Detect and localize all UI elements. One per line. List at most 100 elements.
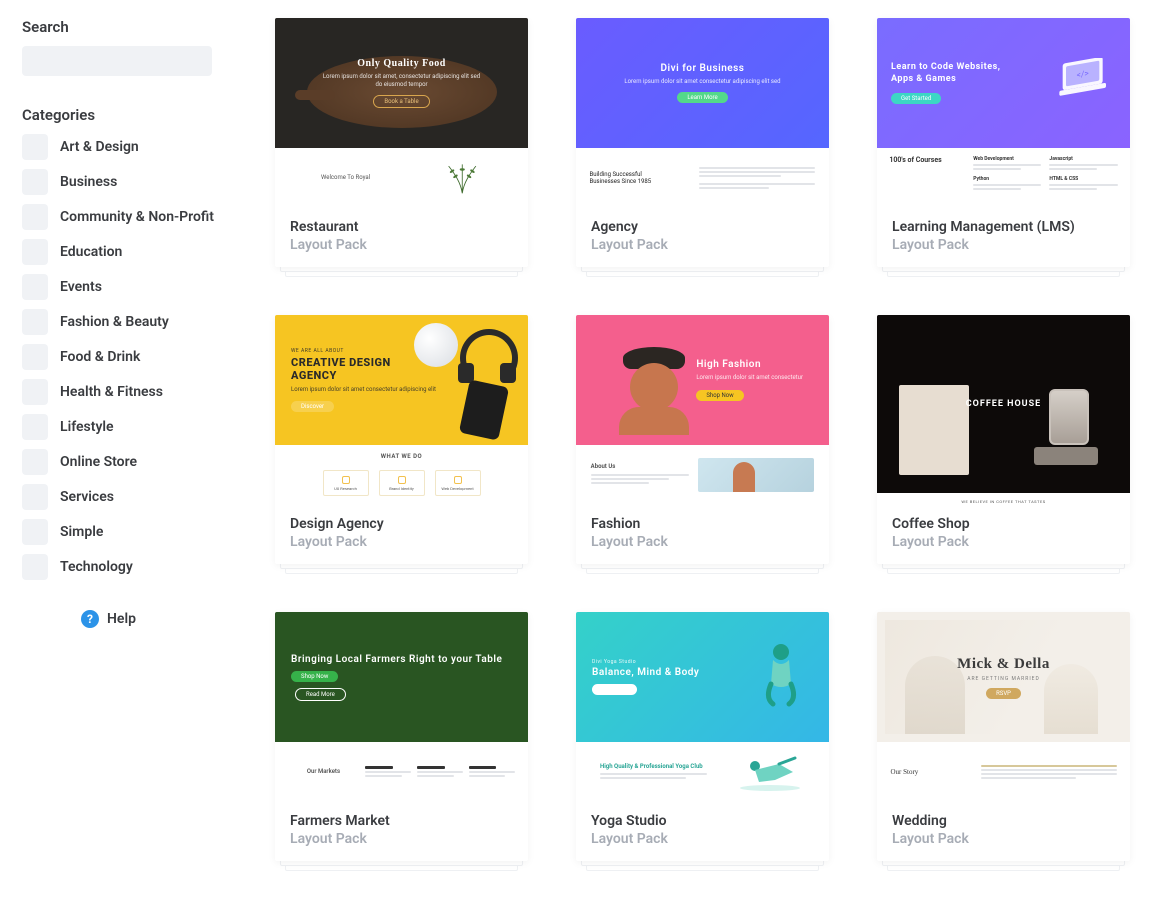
card-subtitle: Layout Pack (892, 831, 1115, 847)
category-item[interactable]: Business (22, 169, 237, 195)
thumb-strip-line2: Businesses Since 1985 (589, 178, 692, 185)
category-label: Lifestyle (60, 419, 114, 435)
layout-pack-card[interactable]: Divi for Business Lorem ipsum dolor sit a… (576, 18, 829, 267)
thumb-strip-heading: Our Story (891, 768, 975, 776)
thumb-hero-cta: RSVP (986, 688, 1021, 699)
thumb-content-strip: Our Markets (275, 742, 528, 801)
thumb-strip-heading: Welcome To Royal (290, 174, 402, 181)
herb-icon (411, 161, 514, 195)
category-label: Online Store (60, 454, 137, 470)
thumb-content-strip: About Us (576, 445, 829, 504)
categories-block: Categories Art & Design Business Communi… (22, 106, 237, 580)
thumb-hero-cta-secondary: Read More (295, 688, 346, 701)
category-checkbox[interactable] (22, 274, 48, 300)
card-subtitle: Layout Pack (591, 237, 814, 253)
category-item[interactable]: Events (22, 274, 237, 300)
layout-pack-card[interactable]: High Fashion Lorem ipsum dolor sit amet … (576, 315, 829, 564)
thumb-hero-title: Divi for Business (661, 63, 745, 74)
thumb-strip-heading: Our Markets (289, 768, 359, 775)
category-checkbox[interactable] (22, 414, 48, 440)
thumb-hero-title: COFFEE HOUSE (966, 399, 1041, 409)
category-checkbox[interactable] (22, 204, 48, 230)
category-label: Simple (60, 524, 103, 540)
layout-pack-card[interactable]: Mick & Della ARE GETTING MARRIED RSVP Ou… (877, 612, 1130, 861)
thumb-hero-cta: Discover (291, 401, 334, 412)
category-checkbox[interactable] (22, 239, 48, 265)
thumb-content-strip: Building SuccessfulBusinesses Since 1985 (576, 148, 829, 207)
card-thumbnail: Divi Yoga StudioBalance, Mind & BodyJoin… (576, 612, 829, 801)
category-item[interactable]: Fashion & Beauty (22, 309, 237, 335)
search-heading: Search (22, 18, 237, 36)
category-checkbox[interactable] (22, 134, 48, 160)
category-item[interactable]: Services (22, 484, 237, 510)
category-checkbox[interactable] (22, 554, 48, 580)
layout-pack-card[interactable]: Divi Yoga StudioBalance, Mind & BodyJoin… (576, 612, 829, 861)
thumb-hero-subtitle: ARE GETTING MARRIED (967, 676, 1040, 682)
category-item[interactable]: Education (22, 239, 237, 265)
category-label: Education (60, 244, 122, 260)
card-subtitle: Layout Pack (290, 534, 513, 550)
layout-pack-card[interactable]: Bringing Local Farmers Right to your Tab… (275, 612, 528, 861)
category-checkbox[interactable] (22, 309, 48, 335)
category-item[interactable]: Simple (22, 519, 237, 545)
layout-pack-card[interactable]: COFFEE HOUSE WE BELIEVE IN COFFEE THAT T… (877, 315, 1130, 564)
thumb-strip-heading: High Quality & Professional Yoga Club (600, 763, 707, 781)
category-checkbox[interactable] (22, 519, 48, 545)
card-title: Fashion (591, 516, 814, 532)
sidebar: Search Categories Art & Design Business … (22, 18, 257, 628)
thumb-hero-subtitle: Lorem ipsum dolor sit amet consectetur (696, 374, 803, 382)
thumb-content-strip: High Quality & Professional Yoga Club (576, 742, 829, 801)
category-list: Art & Design Business Community & Non-Pr… (22, 134, 237, 580)
thumb-hero-subtitle: Lorem ipsum dolor sit amet consectetur a… (624, 78, 780, 86)
category-item[interactable]: Health & Fitness (22, 379, 237, 405)
category-label: Services (60, 489, 114, 505)
category-checkbox[interactable] (22, 379, 48, 405)
category-label: Fashion & Beauty (60, 314, 169, 330)
card-thumbnail: Divi for Business Lorem ipsum dolor sit a… (576, 18, 829, 207)
card-title: Design Agency (290, 516, 513, 532)
thumb-hero-title: Mick & Della (957, 656, 1050, 673)
card-title: Coffee Shop (892, 516, 1115, 532)
card-thumbnail: Bringing Local Farmers Right to your Tab… (275, 612, 528, 801)
card-thumbnail: WE ARE ALL ABOUTCREATIVE DESIGN AGENCYLo… (275, 315, 528, 504)
card-subtitle: Layout Pack (892, 534, 1115, 550)
thumb-hero-cta: Shop Now (696, 390, 743, 401)
card-thumbnail: COFFEE HOUSE WE BELIEVE IN COFFEE THAT T… (877, 315, 1130, 504)
thumb-hero-pretitle: Divi Yoga Studio (592, 659, 636, 665)
card-title: Farmers Market (290, 813, 513, 829)
yoga-figure-icon (751, 640, 811, 710)
layout-pack-card[interactable]: Only Quality Food Lorem ipsum dolor sit … (275, 18, 528, 267)
category-item[interactable]: Community & Non-Profit (22, 204, 237, 230)
category-checkbox[interactable] (22, 344, 48, 370)
card-subtitle: Layout Pack (290, 237, 513, 253)
yoga-pose-icon (735, 752, 805, 792)
thumb-hero-title: Only Quality Food (357, 58, 446, 69)
category-checkbox[interactable] (22, 449, 48, 475)
thumb-hero-subtitle: Lorem ipsum dolor sit amet, consectetur … (322, 73, 482, 90)
category-item[interactable]: Online Store (22, 449, 237, 475)
category-checkbox[interactable] (22, 484, 48, 510)
category-item[interactable]: Art & Design (22, 134, 237, 160)
category-item[interactable]: Technology (22, 554, 237, 580)
thumb-hero-title: High Fashion (696, 359, 803, 370)
thumb-content-strip: WHAT WE DO UX ResearchBrand IdentityWeb … (275, 445, 528, 504)
category-item[interactable]: Lifestyle (22, 414, 237, 440)
category-item[interactable]: Food & Drink (22, 344, 237, 370)
category-label: Food & Drink (60, 349, 140, 365)
thumb-strip-heading: About Us (591, 463, 689, 470)
categories-heading: Categories (22, 106, 237, 124)
thumb-content-strip: WE BELIEVE IN COFFEE THAT TASTES (877, 493, 1130, 510)
category-label: Health & Fitness (60, 384, 163, 400)
search-input[interactable] (22, 46, 212, 76)
layout-pack-card[interactable]: Learn to Code Websites, Apps & Games Get… (877, 18, 1130, 267)
thumb-hero-title: CREATIVE DESIGN AGENCY (291, 356, 411, 382)
category-checkbox[interactable] (22, 169, 48, 195)
card-subtitle: Layout Pack (892, 237, 1115, 253)
help-label: Help (107, 611, 136, 627)
card-title: Yoga Studio (591, 813, 814, 829)
layout-pack-card[interactable]: WE ARE ALL ABOUTCREATIVE DESIGN AGENCYLo… (275, 315, 528, 564)
help-link[interactable]: ? Help (0, 610, 237, 628)
thumb-content-strip: Our Story (877, 742, 1130, 801)
thumb-hero-cta: Get Started (891, 93, 941, 104)
card-subtitle: Layout Pack (290, 831, 513, 847)
